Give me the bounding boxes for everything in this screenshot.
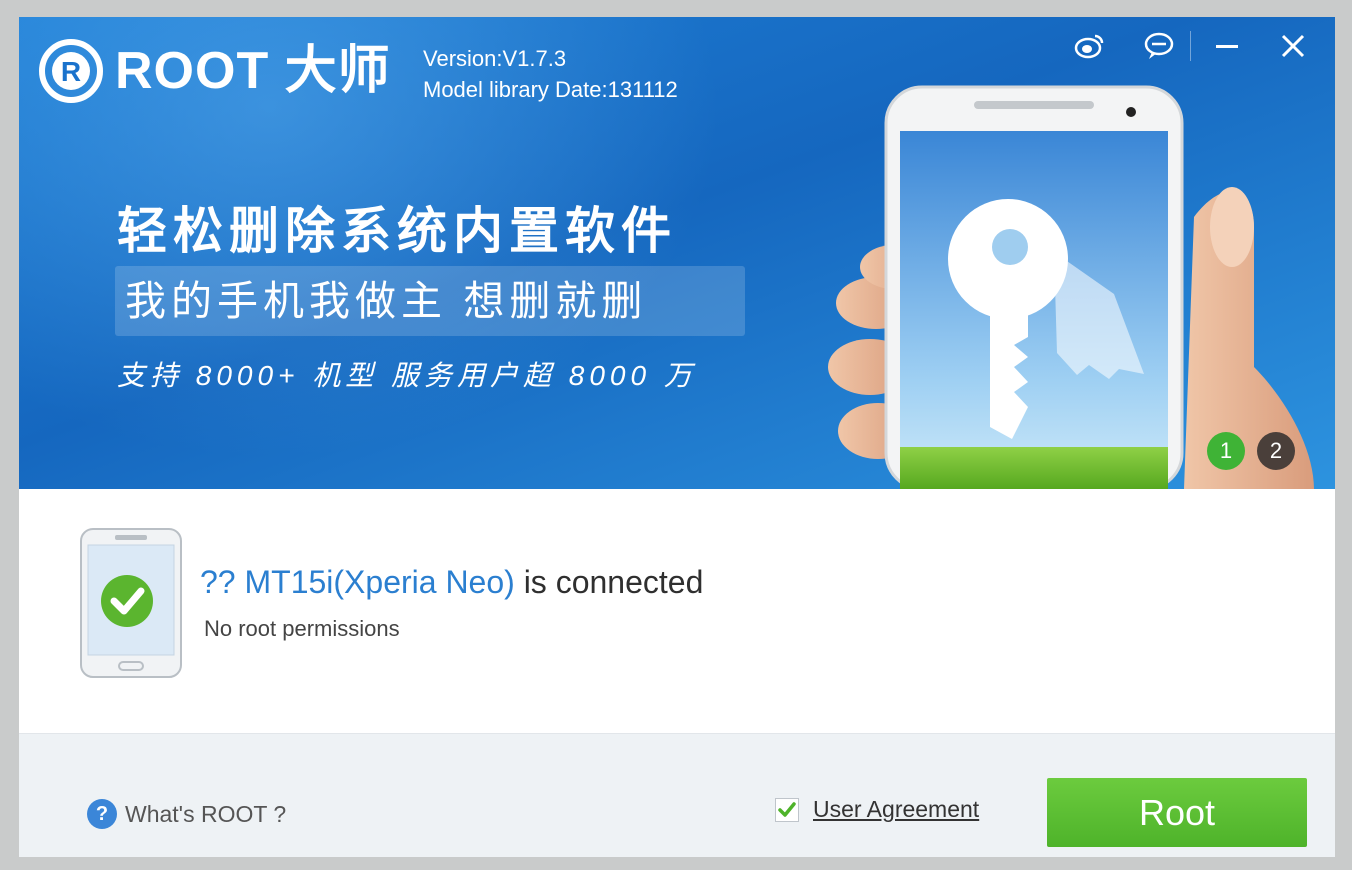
whats-root-label: What's ROOT ? xyxy=(125,800,287,827)
device-connected-text: is connected xyxy=(523,564,704,600)
device-model-name: MT15i(Xperia Neo) xyxy=(244,564,515,600)
banner-support-text: 支持 8000+ 机型 服务用户超 8000 万 xyxy=(117,360,697,391)
slogan-box: 我的手机我做主 想删就删 xyxy=(115,266,745,336)
user-agreement: User Agreement xyxy=(775,796,979,823)
whats-root-link[interactable]: ? What's ROOT ? xyxy=(87,799,286,829)
svg-text:R: R xyxy=(61,56,81,87)
device-panel: ?? MT15i(Xperia Neo) is connected No roo… xyxy=(19,489,1335,733)
banner-slogan: 我的手机我做主 想删就删 xyxy=(125,278,648,324)
version-info: Version:V1.7.3 Model library Date:131112 xyxy=(423,43,678,105)
slide-indicator-1[interactable]: 1 xyxy=(1207,432,1245,470)
app-window: R ROOT 大师 Version:V1.7.3 Model library D… xyxy=(19,17,1335,857)
close-icon[interactable] xyxy=(1275,31,1311,61)
chat-icon[interactable] xyxy=(1141,31,1177,61)
checkmark-icon xyxy=(778,801,796,817)
phone-connected-icon xyxy=(80,528,182,678)
model-library-date: Model library Date:131112 xyxy=(423,77,678,102)
user-agreement-link[interactable]: User Agreement xyxy=(813,796,979,823)
version-text: Version:V1.7.3 xyxy=(423,46,567,71)
root-permission-status: No root permissions xyxy=(204,616,400,641)
device-prefix: ?? xyxy=(200,564,236,600)
app-name: ROOT 大师 xyxy=(115,42,391,100)
root-button[interactable]: Root xyxy=(1047,778,1307,847)
banner-headline: 轻松删除系统内置软件 xyxy=(117,203,677,259)
control-divider xyxy=(1190,31,1191,61)
footer-bar: ? What's ROOT ? User Agreement Root xyxy=(19,733,1335,857)
device-connection-title: ?? MT15i(Xperia Neo) is connected xyxy=(200,564,703,601)
question-icon: ? xyxy=(87,799,117,829)
banner: R ROOT 大师 Version:V1.7.3 Model library D… xyxy=(19,17,1335,489)
minimize-icon[interactable] xyxy=(1209,31,1245,61)
app-logo: R ROOT 大师 xyxy=(39,39,391,103)
agreement-checkbox[interactable] xyxy=(775,797,799,822)
slide-indicator-2[interactable]: 2 xyxy=(1257,432,1295,470)
hand-phone-key-illustration xyxy=(828,85,1314,489)
weibo-icon[interactable] xyxy=(1071,31,1107,61)
logo-r-icon: R xyxy=(39,39,103,103)
